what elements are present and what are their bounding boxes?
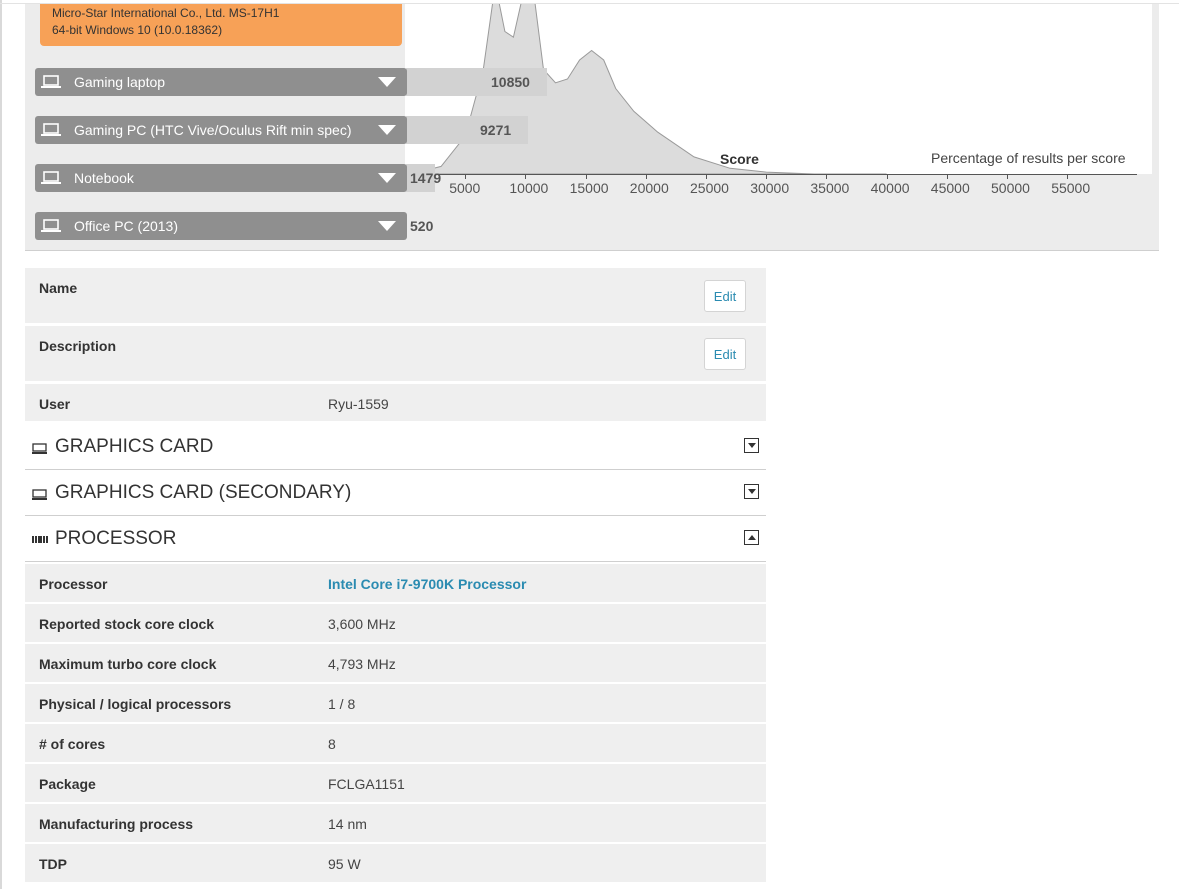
row-key: Reported stock core clock [39, 616, 215, 632]
x-tick [826, 174, 828, 179]
reference-bar-notebook[interactable]: Notebook [35, 164, 407, 192]
reference-score: 10850 [491, 74, 530, 90]
x-tick-label: 15000 [569, 180, 609, 196]
x-tick-label: 40000 [870, 180, 910, 196]
reference-bar-label: Office PC (2013) [74, 218, 179, 234]
row-key: Physical / logical processors [39, 696, 232, 712]
reference-score-bar: 10850 [406, 68, 547, 96]
edit-description-button[interactable]: Edit [704, 338, 746, 370]
y-axis-label: Percentage of results per score [931, 150, 1126, 166]
section-title: PROCESSOR [55, 528, 177, 549]
x-tick-label: 5000 [449, 180, 481, 196]
x-tick-label: 35000 [810, 180, 850, 196]
x-tick [1067, 174, 1069, 179]
row-key: Package [39, 776, 96, 792]
x-tick [886, 174, 888, 179]
x-tick [946, 174, 948, 179]
processor-link[interactable]: Intel Core i7-9700K Processor [328, 576, 526, 592]
x-axis-line [405, 174, 1137, 175]
row-key: # of cores [39, 736, 106, 752]
processor-row: # of cores 8 [25, 724, 766, 762]
x-tick [1007, 174, 1008, 179]
processor-row: Physical / logical processors 1 / 8 [25, 684, 766, 722]
x-tick [766, 174, 768, 179]
reference-bar-gaming-laptop[interactable]: Gaming laptop [35, 68, 407, 96]
row-key: Processor [39, 576, 108, 592]
reference-bar-gaming-pc[interactable]: Gaming PC (HTC Vive/Oculus Rift min spec… [35, 116, 407, 144]
processor-row: Manufacturing process 14 nm [25, 804, 766, 842]
expand-toggle-icon[interactable] [744, 484, 759, 499]
reference-bar-label: Gaming PC (HTC Vive/Oculus Rift min spec… [74, 122, 352, 138]
row-value: 1 / 8 [328, 696, 356, 712]
x-tick [585, 174, 587, 179]
x-tick-label: 25000 [690, 180, 729, 196]
processor-row: Maximum turbo core clock 4,793 MHz [25, 644, 766, 682]
system-info-box: Micro-Star International Co., Ltd. MS-17… [40, 4, 402, 46]
expand-toggle-icon[interactable] [744, 438, 759, 453]
collapse-toggle-icon[interactable] [744, 530, 759, 545]
x-tick [706, 174, 707, 179]
row-key: Name [39, 280, 78, 296]
row-value: Ryu-1559 [328, 396, 389, 412]
row-key: Maximum turbo core clock [39, 656, 217, 672]
reference-score: 1479 [410, 170, 442, 186]
section-title: GRAPHICS CARD [55, 436, 214, 457]
chevron-down-icon[interactable] [378, 77, 396, 87]
chevron-down-icon[interactable] [378, 125, 396, 135]
section-graphics-card-secondary[interactable]: GRAPHICS CARD (SECONDARY) [25, 470, 766, 516]
x-tick-label: 55000 [1051, 180, 1091, 196]
row-value: 14 nm [328, 816, 367, 832]
x-tick-label: 10000 [509, 180, 549, 196]
x-tick-label: 20000 [629, 180, 669, 196]
left-border [0, 0, 2, 889]
reference-score-bar: 520 [406, 212, 433, 240]
chevron-down-icon[interactable] [378, 173, 396, 183]
laptop-icon [41, 171, 61, 184]
x-tick-label: 30000 [750, 180, 790, 196]
reference-score-bar: 1479 [406, 164, 441, 192]
reference-bar-office-pc[interactable]: Office PC (2013) [35, 212, 407, 240]
reference-score: 9271 [480, 122, 512, 138]
row-value: FCLGA1151 [328, 776, 405, 792]
laptop-icon [41, 219, 61, 232]
row-value: 4,793 MHz [328, 656, 396, 672]
laptop-icon [41, 123, 61, 136]
section-title: GRAPHICS CARD (SECONDARY) [55, 482, 352, 503]
section-graphics-card[interactable]: GRAPHICS CARD [25, 424, 766, 470]
row-value: 8 [328, 736, 336, 752]
laptop-icon [41, 75, 61, 88]
monitor-icon [32, 489, 47, 500]
processor-row: Package FCLGA1151 [25, 764, 766, 802]
x-tick [465, 174, 467, 179]
system-manufacturer: Micro-Star International Co., Ltd. MS-17… [52, 6, 280, 20]
row-key: User [39, 396, 71, 412]
row-key: Manufacturing process [39, 816, 194, 832]
processor-row: Processor Intel Core i7-9700K Processor [25, 564, 766, 602]
info-row-name: Name Edit [25, 268, 766, 323]
x-tick-label: 45000 [930, 180, 970, 196]
row-key: Description [39, 338, 117, 354]
cpu-icon [32, 536, 48, 543]
processor-row: TDP 95 W [25, 844, 766, 882]
reference-score: 520 [410, 218, 434, 234]
reference-score-bar: 9271 [406, 116, 528, 144]
reference-bar-label: Notebook [74, 170, 134, 186]
monitor-icon [32, 443, 47, 454]
system-os: 64-bit Windows 10 (10.0.18362) [52, 23, 223, 37]
x-tick [525, 174, 527, 179]
x-axis-label: Score [720, 151, 759, 167]
row-key: TDP [39, 856, 67, 872]
section-processor[interactable]: PROCESSOR [25, 516, 766, 562]
info-row-user: User Ryu-1559 [25, 384, 766, 421]
x-tick-label: 50000 [991, 180, 1030, 196]
info-row-description: Description Edit [25, 326, 766, 381]
edit-name-button[interactable]: Edit [704, 280, 746, 312]
chevron-down-icon[interactable] [378, 221, 396, 231]
row-value: 95 W [328, 856, 361, 872]
reference-bar-label: Gaming laptop [74, 74, 166, 90]
row-value: 3,600 MHz [328, 616, 396, 632]
processor-row: Reported stock core clock 3,600 MHz [25, 604, 766, 642]
x-tick [645, 174, 647, 179]
